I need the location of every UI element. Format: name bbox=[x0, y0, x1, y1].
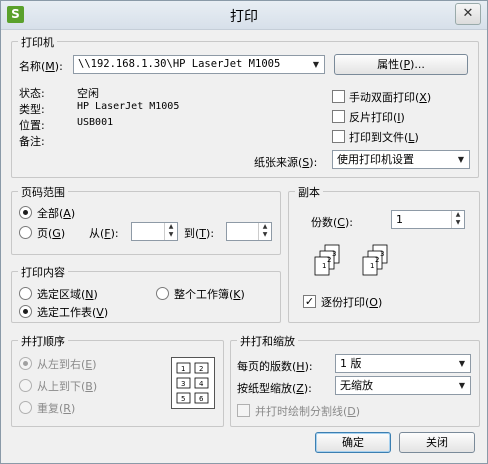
order-ttb-radio[interactable] bbox=[19, 379, 32, 392]
printer-name-select[interactable]: \\192.168.1.30\HP LaserJet M1005 ▼ bbox=[73, 55, 325, 74]
chevron-down-icon: ▼ bbox=[458, 359, 466, 368]
page-to-input[interactable]: ▲ ▼ bbox=[226, 222, 272, 241]
manual-duplex-label[interactable]: 手动双面打印(X) bbox=[349, 89, 431, 105]
selection-radio[interactable] bbox=[19, 287, 32, 300]
scale-value: 无缩放 bbox=[340, 379, 373, 392]
spinner-arrows-icon[interactable]: ▲ ▼ bbox=[451, 211, 464, 228]
order-repeat-label[interactable]: 重复(R) bbox=[37, 400, 75, 416]
chevron-down-icon: ▼ bbox=[458, 381, 466, 390]
location-label: 位置: bbox=[19, 119, 45, 132]
print-content-group-label: 打印内容 bbox=[18, 264, 68, 280]
order-number: 2 bbox=[199, 365, 203, 373]
page-range-pages-label[interactable]: 页(G) bbox=[37, 225, 65, 241]
per-page-label: 每页的版数(H): bbox=[237, 360, 313, 373]
collate-checkbox[interactable]: ✓ bbox=[303, 295, 316, 308]
copies-count-label: 份数(C): bbox=[311, 216, 353, 229]
order-number: 4 bbox=[199, 380, 204, 388]
collate-number: 2 bbox=[375, 256, 379, 264]
close-window-button[interactable]: ✕ bbox=[455, 3, 481, 25]
divider-lines-checkbox[interactable] bbox=[237, 404, 250, 417]
paper-source-select[interactable]: 使用打印机设置 ▼ bbox=[332, 150, 470, 169]
printer-group-label: 打印机 bbox=[18, 34, 57, 50]
spinner-arrows-icon[interactable]: ▲ ▼ bbox=[164, 223, 177, 240]
order-number: 1 bbox=[181, 365, 185, 373]
page-range-all-label[interactable]: 全部(A) bbox=[37, 205, 75, 221]
print-order-group-label: 并打顺序 bbox=[18, 333, 68, 349]
selection-label[interactable]: 选定区域(N) bbox=[37, 286, 98, 302]
manual-duplex-checkbox[interactable] bbox=[332, 90, 345, 103]
status-label: 状态: bbox=[19, 87, 45, 100]
collate-number: 3 bbox=[332, 250, 336, 258]
title-bar[interactable]: S 打印 ✕ bbox=[1, 1, 487, 30]
order-preview-icon: 1 2 3 4 5 6 bbox=[171, 357, 215, 409]
scale-select[interactable]: 无缩放 ▼ bbox=[335, 376, 471, 395]
order-ltr-radio[interactable] bbox=[19, 357, 32, 370]
order-ttb-label[interactable]: 从上到下(B) bbox=[37, 378, 97, 394]
workbook-label[interactable]: 整个工作簿(K) bbox=[174, 286, 245, 302]
page-from-input[interactable]: ▲ ▼ bbox=[131, 222, 178, 241]
collate-preview-icon: 3 2 1 3 2 1 bbox=[314, 244, 388, 276]
collate-number: 3 bbox=[380, 250, 384, 258]
type-value: HP LaserJet M1005 bbox=[77, 101, 180, 112]
page-range-group-label: 页码范围 bbox=[18, 184, 68, 200]
scale-label: 按纸型缩放(Z): bbox=[237, 382, 312, 395]
printer-name-label: 名称(M): bbox=[19, 60, 63, 73]
order-number: 5 bbox=[181, 395, 185, 403]
collate-label[interactable]: 逐份打印(O) bbox=[321, 294, 382, 310]
order-ltr-label[interactable]: 从左到右(E) bbox=[37, 356, 97, 372]
order-repeat-radio[interactable] bbox=[19, 401, 32, 414]
print-zoom-group-label: 并打和缩放 bbox=[237, 333, 298, 349]
printer-name-value: \\192.168.1.30\HP LaserJet M1005 bbox=[78, 58, 281, 70]
copies-count-input[interactable]: 1 ▲ ▼ bbox=[391, 210, 465, 229]
comment-label: 备注: bbox=[19, 135, 45, 148]
spinner-arrows-icon[interactable]: ▲ ▼ bbox=[258, 223, 271, 240]
divider-lines-label[interactable]: 并打时绘制分割线(D) bbox=[255, 403, 360, 419]
print-to-file-label[interactable]: 打印到文件(L) bbox=[349, 129, 419, 145]
page-to-label: 到(T): bbox=[184, 227, 215, 240]
location-value: USB001 bbox=[77, 117, 114, 128]
per-page-value: 1 版 bbox=[340, 357, 362, 370]
order-number: 3 bbox=[181, 380, 185, 388]
paper-source-value: 使用打印机设置 bbox=[337, 153, 414, 166]
per-page-select[interactable]: 1 版 ▼ bbox=[335, 354, 471, 373]
sheet-label[interactable]: 选定工作表(V) bbox=[37, 304, 108, 320]
chevron-down-icon: ▼ bbox=[312, 60, 320, 69]
close-icon: ✕ bbox=[462, 6, 474, 21]
reverse-print-checkbox[interactable] bbox=[332, 110, 345, 123]
collate-number: 2 bbox=[327, 256, 331, 264]
printer-properties-button[interactable]: 属性(P)... bbox=[334, 54, 468, 75]
order-number: 6 bbox=[199, 395, 204, 403]
page-range-all-radio[interactable] bbox=[19, 206, 32, 219]
workbook-radio[interactable] bbox=[156, 287, 169, 300]
status-value: 空闲 bbox=[77, 87, 99, 100]
type-label: 类型: bbox=[19, 103, 45, 116]
dialog-title: 打印 bbox=[230, 9, 258, 25]
print-to-file-checkbox[interactable] bbox=[332, 130, 345, 143]
print-dialog: S 打印 ✕ 打印机 名称(M): \\192.168.1.30\HP Lase… bbox=[0, 0, 488, 464]
page-from-label: 从(F): bbox=[89, 227, 119, 240]
reverse-print-label[interactable]: 反片打印(I) bbox=[349, 109, 405, 125]
chevron-down-icon: ▼ bbox=[457, 155, 465, 164]
ok-button[interactable]: 确定 bbox=[315, 432, 391, 453]
close-button[interactable]: 关闭 bbox=[399, 432, 475, 453]
paper-source-label: 纸张来源(S): bbox=[254, 156, 318, 169]
sheet-radio[interactable] bbox=[19, 305, 32, 318]
page-range-pages-radio[interactable] bbox=[19, 226, 32, 239]
collate-number: 1 bbox=[370, 262, 374, 270]
copies-group-label: 副本 bbox=[295, 184, 323, 200]
collate-number: 1 bbox=[322, 262, 326, 270]
copies-count-value: 1 bbox=[396, 213, 403, 226]
